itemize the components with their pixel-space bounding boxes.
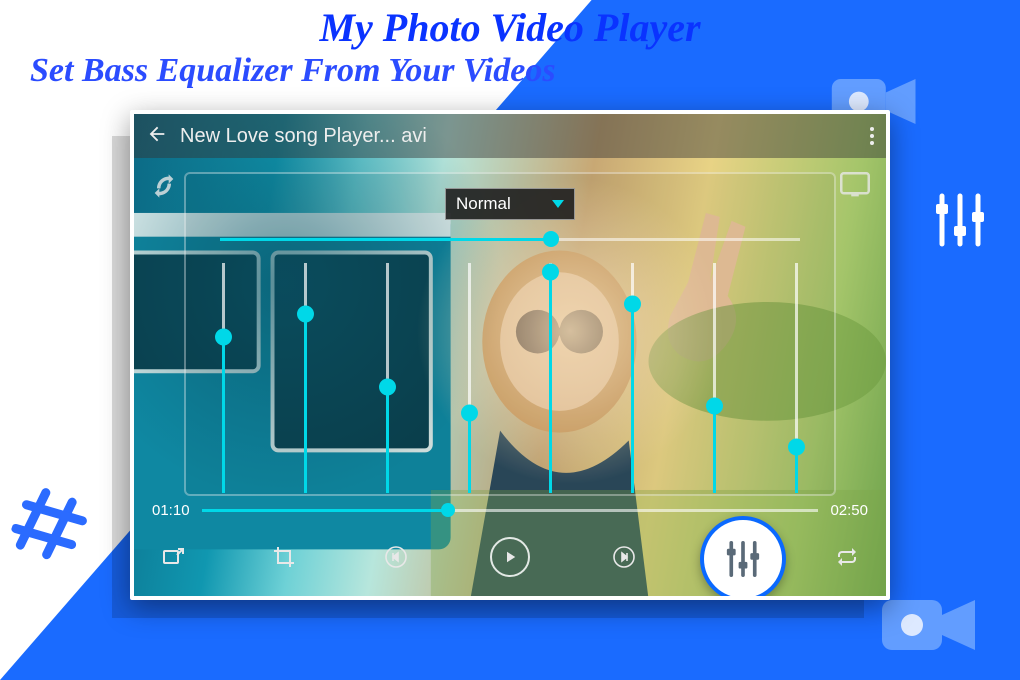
eq-band-slider[interactable] <box>304 263 307 493</box>
more-options-button[interactable] <box>870 127 874 145</box>
preset-label: Normal <box>456 194 511 214</box>
video-camera-icon <box>880 590 980 660</box>
time-current: 01:10 <box>152 502 190 519</box>
seek-slider[interactable] <box>202 509 819 512</box>
eq-master-slider[interactable] <box>220 238 800 241</box>
eq-band-slider[interactable] <box>468 263 471 493</box>
video-player: New Love song Player... avi Normal 01:10… <box>130 110 890 600</box>
player-topbar: New Love song Player... avi <box>134 114 886 158</box>
back-button[interactable] <box>146 123 168 150</box>
page-title: My Photo Video Player <box>0 4 1020 51</box>
eq-bands <box>214 263 806 493</box>
next-button[interactable] <box>607 540 641 574</box>
preset-dropdown[interactable]: Normal <box>445 188 575 220</box>
eq-band-slider[interactable] <box>222 263 225 493</box>
equalizer-fab[interactable] <box>700 516 786 600</box>
time-total: 02:50 <box>830 502 868 519</box>
eq-band-slider[interactable] <box>713 263 716 493</box>
equalizer-icon <box>930 190 990 250</box>
chevron-down-icon <box>552 200 564 208</box>
popup-button[interactable] <box>156 540 190 574</box>
eq-band-slider[interactable] <box>795 263 798 493</box>
cast-icon[interactable] <box>840 172 870 198</box>
page-subtitle: Set Bass Equalizer From Your Videos <box>30 52 556 90</box>
crop-button[interactable] <box>267 540 301 574</box>
eq-band-slider[interactable] <box>549 263 552 493</box>
rotate-icon[interactable] <box>150 172 178 200</box>
play-button[interactable] <box>490 537 530 577</box>
eq-band-slider[interactable] <box>631 263 634 493</box>
previous-button[interactable] <box>379 540 413 574</box>
equalizer-panel: Normal <box>184 172 836 496</box>
repeat-button[interactable] <box>830 540 864 574</box>
video-title: New Love song Player... avi <box>180 125 862 148</box>
eq-band-slider[interactable] <box>386 263 389 493</box>
